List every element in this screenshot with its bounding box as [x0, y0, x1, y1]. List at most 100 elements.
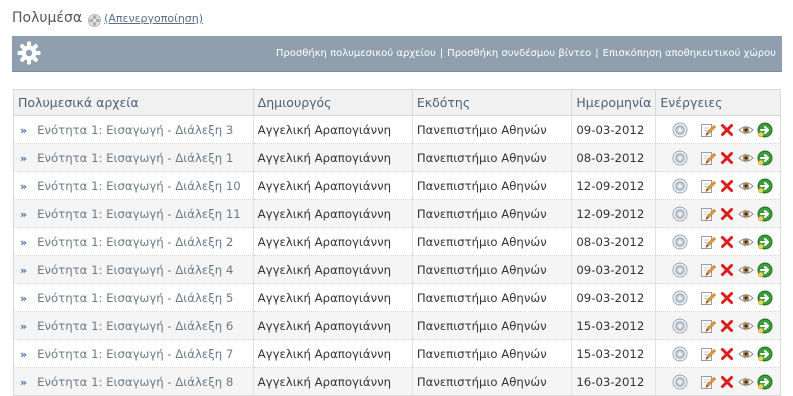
column-header-publisher[interactable]: Εκδότης [411, 89, 572, 116]
media-file-link[interactable]: Ενότητα 1: Εισαγωγή - Διάλεξη 10 [37, 179, 241, 193]
media-file-link[interactable]: Ενότητα 1: Εισαγωγή - Διάλεξη 2 [37, 235, 233, 249]
delete-icon[interactable] [719, 262, 735, 278]
properties-icon[interactable] [672, 290, 688, 306]
date-cell: 08-03-2012 [571, 227, 656, 256]
column-header-creator[interactable]: Δημιουργός [252, 89, 413, 116]
column-header-media-files[interactable]: Πολυμεσικά αρχεία [13, 89, 254, 116]
properties-icon[interactable] [672, 346, 688, 362]
move-icon[interactable] [757, 290, 773, 306]
edit-icon[interactable] [700, 122, 717, 138]
visibility-icon[interactable] [738, 150, 755, 166]
edit-icon[interactable] [700, 290, 717, 306]
visibility-icon[interactable] [738, 234, 755, 250]
media-file-link[interactable]: Ενότητα 1: Εισαγωγή - Διάλεξη 5 [37, 291, 233, 305]
move-icon[interactable] [757, 122, 773, 138]
properties-icon[interactable] [672, 178, 688, 194]
media-title-cell: » Ενότητα 1: Εισαγωγή - Διάλεξη 10 [13, 171, 254, 200]
visibility-icon[interactable] [738, 318, 755, 334]
table-row: » Ενότητα 1: Εισαγωγή - Διάλεξη 1 Αγγελικ… [13, 143, 781, 172]
publisher-cell: Πανεπιστήμιο Αθηνών [411, 199, 572, 228]
visibility-icon[interactable] [738, 290, 755, 306]
visibility-icon[interactable] [738, 122, 755, 138]
column-header-date[interactable]: Ημερομηνία [571, 89, 656, 116]
creator-cell: Αγγελική Αραπογιάννη [252, 339, 413, 368]
delete-icon[interactable] [719, 178, 735, 194]
visibility-icon[interactable] [738, 346, 755, 362]
add-video-link-link[interactable]: Προσθήκη συνδέσμου βίντεο [447, 48, 591, 59]
move-icon[interactable] [757, 206, 773, 222]
media-file-link[interactable]: Ενότητα 1: Εισαγωγή - Διάλεξη 3 [37, 123, 233, 137]
move-icon[interactable] [757, 262, 773, 278]
edit-icon[interactable] [700, 234, 717, 250]
delete-icon[interactable] [719, 122, 735, 138]
toolbar: Προσθήκη πολυμεσικού αρχείου | Προσθήκη … [12, 36, 782, 72]
media-title-cell: » Ενότητα 1: Εισαγωγή - Διάλεξη 6 [13, 311, 254, 340]
media-file-link[interactable]: Ενότητα 1: Εισαγωγή - Διάλεξη 6 [37, 319, 233, 333]
actions-cell [655, 143, 781, 172]
media-title-cell: » Ενότητα 1: Εισαγωγή - Διάλεξη 5 [13, 283, 254, 312]
bullet-arrow-icon: » [20, 319, 28, 333]
table-row: » Ενότητα 1: Εισαγωγή - Διάλεξη 4 Αγγελικ… [13, 255, 781, 284]
creator-cell: Αγγελική Αραπογιάννη [252, 227, 413, 256]
page-header: Πολυμέσα (Απενεργοποίηση) [12, 8, 203, 28]
properties-icon[interactable] [672, 122, 688, 138]
edit-icon[interactable] [700, 318, 717, 334]
delete-icon[interactable] [719, 150, 735, 166]
deactivate-link[interactable]: (Απενεργοποίηση) [104, 12, 203, 25]
edit-icon[interactable] [700, 374, 717, 390]
media-file-link[interactable]: Ενότητα 1: Εισαγωγή - Διάλεξη 7 [37, 347, 233, 361]
delete-icon[interactable] [719, 318, 735, 334]
properties-icon[interactable] [672, 150, 688, 166]
delete-icon[interactable] [719, 290, 735, 306]
visibility-icon[interactable] [738, 206, 755, 222]
storage-overview-link[interactable]: Επισκόπηση αποθηκευτικού χώρου [603, 48, 776, 59]
publisher-cell: Πανεπιστήμιο Αθηνών [411, 171, 572, 200]
delete-icon[interactable] [719, 206, 735, 222]
delete-icon[interactable] [719, 346, 735, 362]
actions-cell [655, 311, 781, 340]
bullet-arrow-icon: » [20, 375, 28, 389]
delete-icon[interactable] [719, 234, 735, 250]
edit-icon[interactable] [700, 178, 717, 194]
media-title-cell: » Ενότητα 1: Εισαγωγή - Διάλεξη 1 [13, 143, 254, 172]
toolbar-links: Προσθήκη πολυμεσικού αρχείου | Προσθήκη … [276, 36, 776, 71]
media-file-link[interactable]: Ενότητα 1: Εισαγωγή - Διάλεξη 11 [37, 207, 241, 221]
edit-icon[interactable] [700, 346, 717, 362]
edit-icon[interactable] [700, 206, 717, 222]
tool-status-icon [88, 12, 102, 27]
visibility-icon[interactable] [738, 178, 755, 194]
properties-icon[interactable] [672, 234, 688, 250]
move-icon[interactable] [757, 318, 773, 334]
actions-cell [655, 115, 781, 144]
actions-cell [655, 199, 781, 228]
edit-icon[interactable] [700, 262, 717, 278]
date-cell: 12-09-2012 [571, 171, 656, 200]
edit-icon[interactable] [700, 150, 717, 166]
visibility-icon[interactable] [738, 374, 755, 390]
properties-icon[interactable] [672, 318, 688, 334]
media-file-link[interactable]: Ενότητα 1: Εισαγωγή - Διάλεξη 8 [37, 375, 233, 389]
move-icon[interactable] [757, 346, 773, 362]
table-row: » Ενότητα 1: Εισαγωγή - Διάλεξη 3 Αγγελικ… [13, 115, 781, 144]
delete-icon[interactable] [719, 374, 735, 390]
properties-icon[interactable] [672, 262, 688, 278]
move-icon[interactable] [757, 178, 773, 194]
move-icon[interactable] [757, 374, 773, 390]
add-media-file-link[interactable]: Προσθήκη πολυμεσικού αρχείου [276, 48, 436, 59]
date-cell: 16-03-2012 [571, 367, 656, 396]
bullet-arrow-icon: » [20, 207, 28, 221]
move-icon[interactable] [757, 150, 773, 166]
table-row: » Ενότητα 1: Εισαγωγή - Διάλεξη 5 Αγγελικ… [13, 283, 781, 312]
visibility-icon[interactable] [738, 262, 755, 278]
media-title-cell: » Ενότητα 1: Εισαγωγή - Διάλεξη 2 [13, 227, 254, 256]
media-file-link[interactable]: Ενότητα 1: Εισαγωγή - Διάλεξη 4 [37, 263, 233, 277]
properties-icon[interactable] [672, 206, 688, 222]
table-header-row: Πολυμεσικά αρχεία Δημιουργός Εκδότης Ημε… [13, 89, 781, 116]
move-icon[interactable] [757, 234, 773, 250]
date-cell: 15-03-2012 [571, 311, 656, 340]
media-file-link[interactable]: Ενότητα 1: Εισαγωγή - Διάλεξη 1 [37, 151, 233, 165]
actions-cell [655, 339, 781, 368]
properties-icon[interactable] [672, 374, 688, 390]
actions-cell [655, 227, 781, 256]
actions-cell [655, 171, 781, 200]
